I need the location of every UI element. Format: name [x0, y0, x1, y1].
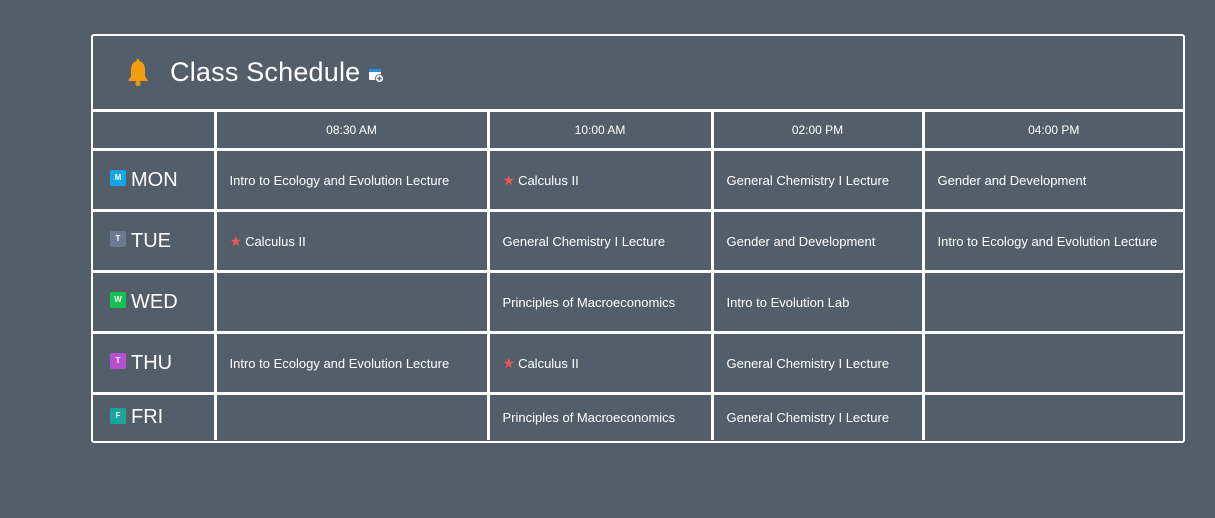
- class-name: Intro to Ecology and Evolution Lecture: [937, 233, 1158, 249]
- time-header: 02:00 PM: [712, 112, 925, 151]
- schedule-cell[interactable]: Intro to Evolution Lab: [712, 271, 925, 334]
- class-name: Intro to Ecology and Evolution Lecture: [229, 172, 450, 188]
- schedule-cell[interactable]: Principles of Macroeconomics: [488, 271, 714, 334]
- day-row-mon: M MON Intro to Ecology and Evolution Lectu…: [93, 149, 1183, 212]
- schedule-cell: [923, 332, 1183, 395]
- schedule-cell: [923, 271, 1183, 334]
- class-name: Principles of Macroeconomics: [502, 294, 676, 310]
- schedule-table: 08:30 AM 10:00 AM 02:00 PM 04:00 PM M MON…: [93, 112, 1183, 440]
- day-label: TUE: [131, 229, 171, 252]
- bell-icon: [128, 58, 148, 86]
- schedule-header: Class Schedule: [93, 36, 1183, 112]
- schedule-cell[interactable]: Principles of Macroeconomics: [488, 393, 714, 440]
- schedule-cell[interactable]: ★ Calculus II: [488, 149, 714, 212]
- schedule-cell[interactable]: Intro to Ecology and Evolution Lecture: [923, 210, 1183, 273]
- time-header: 08:30 AM: [215, 112, 490, 151]
- time-header: 04:00 PM: [923, 112, 1183, 151]
- class-name: Gender and Development: [726, 233, 876, 249]
- day-row-thu: T THU Intro to Ecology and Evolution Lectu…: [93, 332, 1183, 395]
- class-name: General Chemistry I Lecture: [726, 172, 890, 188]
- schedule-cell: [923, 394, 1183, 441]
- page-title: Class Schedule: [170, 57, 361, 87]
- class-name: Calculus II: [245, 233, 306, 249]
- day-row-fri: F FRI Principles of Macroeconomics General …: [93, 393, 1183, 441]
- class-name: Intro to Evolution Lab: [726, 294, 850, 310]
- day-label-cell: T THU: [93, 332, 217, 395]
- class-name: Intro to Ecology and Evolution Lecture: [229, 355, 450, 371]
- class-name: General Chemistry I Lecture: [726, 355, 890, 371]
- day-label: THU: [131, 351, 173, 374]
- day-badge: M: [110, 170, 126, 187]
- star-icon: ★: [229, 232, 243, 249]
- day-row-wed: W WED Principles of Macroeconomics Intro to…: [93, 271, 1183, 334]
- calendar-add-icon[interactable]: [368, 67, 385, 83]
- day-label: FRI: [131, 406, 164, 428]
- time-header: 10:00 AM: [488, 112, 714, 151]
- day-label-cell: M MON: [93, 149, 217, 212]
- star-icon: ★: [502, 354, 516, 371]
- schedule-cell[interactable]: General Chemistry I Lecture: [712, 332, 925, 395]
- time-header-row: 08:30 AM 10:00 AM 02:00 PM 04:00 PM: [93, 112, 1183, 151]
- schedule-cell[interactable]: Intro to Ecology and Evolution Lecture: [215, 149, 490, 212]
- schedule-cell: [215, 271, 490, 334]
- day-badge: W: [110, 292, 126, 309]
- schedule-cell[interactable]: General Chemistry I Lecture: [712, 393, 925, 440]
- class-name: Gender and Development: [937, 172, 1087, 188]
- corner-cell: [93, 112, 217, 151]
- schedule-cell[interactable]: Gender and Development: [923, 149, 1183, 212]
- class-name: Principles of Macroeconomics: [502, 410, 676, 425]
- day-label-cell: W WED: [93, 271, 217, 334]
- day-row-tue: T TUE ★ Calculus II General Chemistry I Lect…: [93, 210, 1183, 273]
- star-icon: ★: [502, 171, 516, 188]
- schedule-cell: [215, 393, 490, 440]
- day-badge: F: [110, 407, 126, 424]
- schedule-cell[interactable]: Intro to Ecology and Evolution Lecture: [215, 332, 490, 395]
- schedule-panel: Class Schedule 08:30 AM 10:00 AM 02:00 P…: [91, 34, 1185, 443]
- day-badge: T: [110, 231, 126, 248]
- schedule-cell[interactable]: Gender and Development: [712, 210, 925, 273]
- day-label: MON: [131, 168, 178, 191]
- day-label-cell: T TUE: [93, 210, 217, 273]
- day-badge: T: [110, 353, 126, 370]
- day-label-cell: F FRI: [93, 393, 217, 440]
- schedule-cell[interactable]: ★ Calculus II: [215, 210, 490, 273]
- class-name: Calculus II: [518, 355, 579, 371]
- class-name: Calculus II: [518, 172, 579, 188]
- schedule-cell[interactable]: General Chemistry I Lecture: [488, 210, 714, 273]
- schedule-cell[interactable]: ★ Calculus II: [488, 332, 714, 395]
- class-name: General Chemistry I Lecture: [726, 410, 890, 425]
- schedule-cell[interactable]: General Chemistry I Lecture: [712, 149, 925, 212]
- class-name: General Chemistry I Lecture: [502, 233, 666, 249]
- day-label: WED: [131, 290, 178, 313]
